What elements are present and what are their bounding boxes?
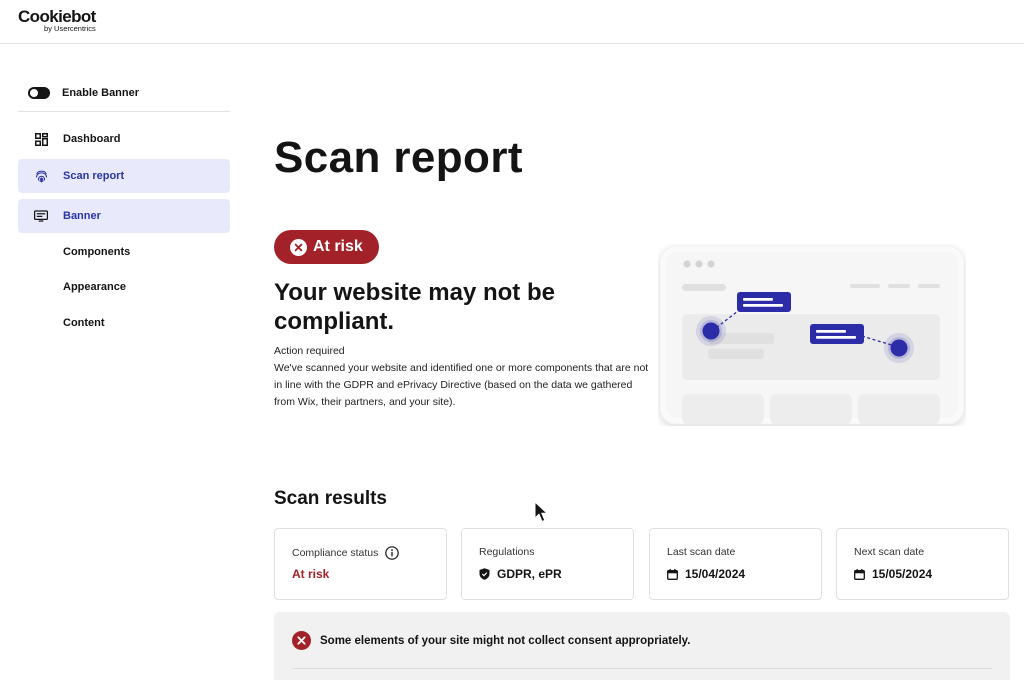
- enable-banner-toggle[interactable]: [28, 87, 50, 99]
- enable-banner-label: Enable Banner: [62, 87, 140, 99]
- top-bar: Cookiebot by Usercentrics: [0, 0, 1024, 44]
- logo-name: Cookiebot: [18, 7, 96, 26]
- enable-banner-row: Enable Banner: [28, 82, 228, 104]
- page-title: Scan report: [274, 133, 523, 182]
- sidebar-item-label: Dashboard: [63, 133, 121, 145]
- next-scan-card: Next scan date 15/05/2024: [836, 528, 1009, 600]
- consent-alert-row[interactable]: Some elements of your site might not col…: [292, 631, 690, 650]
- regulations-value-row: GDPR, ePR: [479, 567, 562, 581]
- fingerprint-icon: [34, 169, 48, 183]
- last-scan-value-row: 15/04/2024: [667, 567, 745, 581]
- sidebar-item-label: Scan report: [63, 170, 125, 182]
- status-badge: At risk: [274, 230, 379, 264]
- cookiebot-logo[interactable]: Cookiebot by Usercentrics: [18, 8, 96, 33]
- status-badge-label: At risk: [313, 238, 363, 255]
- compliance-headline: Your website may not be compliant.: [274, 279, 555, 335]
- compliance-status-label-row: Compliance status: [292, 546, 400, 560]
- shield-icon: [479, 568, 490, 580]
- regulations-card: Regulations GDPR, ePR: [461, 528, 634, 600]
- sidebar-item-label: Banner: [63, 210, 101, 222]
- action-required-label: Action required: [274, 345, 345, 357]
- next-scan-value: 15/05/2024: [872, 567, 933, 581]
- sidebar-subitem-content[interactable]: Content: [63, 317, 105, 329]
- info-icon[interactable]: [385, 546, 400, 560]
- sidebar-divider: [18, 111, 230, 112]
- x-circle-icon: [290, 238, 307, 256]
- last-scan-value: 15/04/2024: [685, 567, 746, 581]
- regulations-value: GDPR, ePR: [497, 567, 562, 581]
- sidebar-subitem-components[interactable]: Components: [63, 246, 130, 258]
- last-scan-label: Last scan date: [667, 546, 736, 558]
- dashboard-icon: [34, 132, 48, 146]
- scan-results-title: Scan results: [274, 488, 387, 509]
- regulations-label: Regulations: [479, 546, 535, 558]
- consent-alert-text: Some elements of your site might not col…: [320, 634, 691, 647]
- consent-alert: Some elements of your site might not col…: [274, 612, 1010, 680]
- next-scan-value-row: 15/05/2024: [854, 567, 932, 581]
- next-scan-label: Next scan date: [854, 546, 925, 558]
- calendar-icon: [854, 568, 865, 580]
- calendar-icon: [667, 568, 678, 580]
- scan-results-cards: Compliance status At risk Regulations GD…: [274, 528, 1010, 600]
- banner-illustration: [659, 245, 965, 425]
- banner-icon: [34, 209, 48, 223]
- sidebar-item-banner[interactable]: Banner: [18, 199, 230, 233]
- sidebar-subitem-appearance[interactable]: Appearance: [63, 281, 126, 293]
- sidebar-item-dashboard[interactable]: Dashboard: [18, 122, 230, 156]
- scan-description: We've scanned your website and identifie…: [274, 362, 649, 408]
- sidebar-item-scan-report[interactable]: Scan report: [18, 159, 230, 193]
- last-scan-card: Last scan date 15/04/2024: [649, 528, 822, 600]
- error-icon: [292, 631, 311, 650]
- mouse-cursor-icon: [534, 501, 548, 523]
- compliance-status-value: At risk: [292, 567, 330, 581]
- alert-divider: [292, 668, 992, 669]
- compliance-status-card: Compliance status At risk: [274, 528, 447, 600]
- compliance-status-label: Compliance status: [292, 547, 379, 559]
